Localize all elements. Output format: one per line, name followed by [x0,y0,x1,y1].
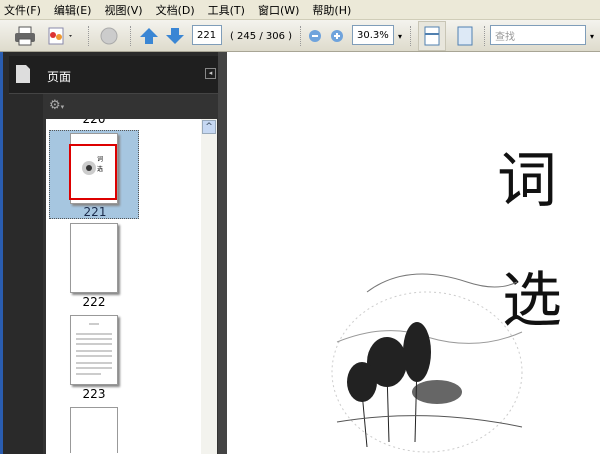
page-number-input[interactable]: 221 [192,25,222,45]
zoom-in-button[interactable] [328,24,346,48]
web-button[interactable] [96,24,122,48]
document-view: 词 选 [227,52,600,454]
thumbnail-224[interactable] [70,407,118,453]
zoom-dropdown[interactable]: ▾ [395,24,405,48]
menu-view[interactable]: 视图(V) [104,2,142,18]
menu-document[interactable]: 文档(D) [156,2,195,18]
minus-circle-icon [309,30,321,42]
panel-title: 页面 [47,70,72,84]
fit-width-button[interactable] [418,21,446,51]
pages-panel: 页面 ◂ ⚙▾ 220 词选 221 222 223 ^ [0,52,223,454]
collaborate-button[interactable] [44,24,76,48]
scrollbar[interactable]: ^ [201,119,217,454]
landscape-thumb: 词选 [82,155,103,175]
fit-page-button[interactable] [454,24,476,48]
panel-splitter[interactable] [218,52,227,454]
gear-icon: ⚙ [49,98,61,113]
thumbnail-label: 222 [82,295,106,309]
toolbar: 221 ( 245 / 306 ) 30.3% ▾ 查找 ▾ [0,20,600,52]
scroll-up-button[interactable]: ^ [202,120,216,134]
collapse-panel-button[interactable]: ◂ [205,68,216,79]
previous-page-button[interactable] [138,24,160,48]
page-thumbnail-image: 词选 [69,133,118,204]
title-char-1: 词 [497,146,557,216]
menu-tools[interactable]: 工具(T) [208,2,245,18]
page-count: ( 245 / 306 ) [229,30,293,42]
panel-header: 页面 ◂ [9,56,220,94]
arrow-down-icon [166,28,184,44]
thumbnail-label: 221 [83,205,107,219]
zoom-level-input[interactable]: 30.3% [352,25,394,45]
thumbnail-221[interactable]: 词选 221 [49,130,139,219]
next-page-button[interactable] [164,24,186,48]
arrow-up-icon [140,28,158,44]
fit-width-icon [424,26,440,46]
svg-text:选: 选 [97,165,103,173]
thumbnail-label: 220 [82,119,106,126]
text-lines [76,323,112,375]
fit-page-icon [457,26,473,46]
options-button[interactable]: ⚙▾ [49,98,64,113]
menu-file[interactable]: 文件(F) [4,2,41,18]
svg-text:词: 词 [97,155,103,163]
chevron-down-icon: ▾ [589,31,594,41]
pages-icon [16,65,30,83]
thumbnail-label: 223 [82,387,106,401]
landscape-illustration [331,273,523,453]
globe-icon [100,27,118,45]
thumbnail-list: 220 词选 221 222 223 ^ [46,119,217,454]
search-dropdown[interactable]: ▾ [587,24,597,48]
menu-edit[interactable]: 编辑(E) [54,2,92,18]
menu-help[interactable]: 帮助(H) [312,2,351,18]
thumbnail-222[interactable] [70,223,118,293]
thumbnail-pane: ⚙▾ 220 词选 221 222 223 ^ [43,94,220,454]
menu-window[interactable]: 窗口(W) [258,2,299,18]
zoom-out-button[interactable] [306,24,324,48]
menu-bar: 文件(F) 编辑(E) 视图(V) 文档(D) 工具(T) 窗口(W) 帮助(H… [0,0,600,20]
print-button[interactable] [12,24,38,48]
printer-icon [15,26,35,46]
chevron-down-icon: ▾ [397,31,402,41]
thumbnail-223[interactable] [70,315,118,385]
search-input[interactable]: 查找 [490,25,586,45]
plus-circle-icon [331,30,343,42]
users-icon [48,27,72,45]
